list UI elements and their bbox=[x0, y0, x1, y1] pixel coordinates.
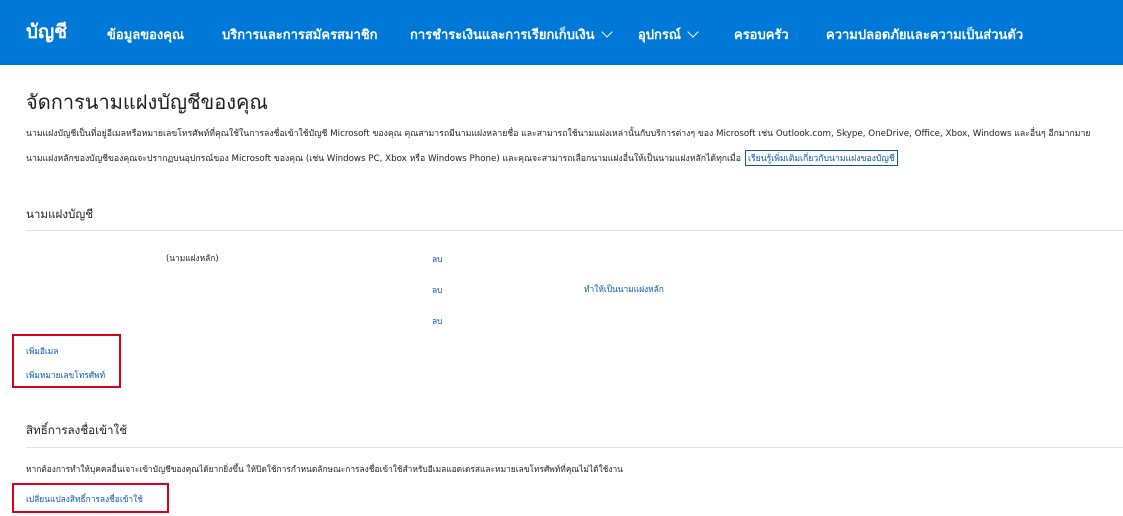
remove-alias-link[interactable]: ลบ bbox=[432, 283, 442, 297]
primary-alias-label: (นามแฝงหลัก) bbox=[166, 253, 219, 263]
remove-alias-link[interactable]: ลบ bbox=[432, 252, 442, 266]
change-signin-preferences-link[interactable]: เปลี่ยนแปลงสิทธิ์การลงชื่อเข้าใช้ bbox=[26, 492, 143, 506]
chevron-down-icon bbox=[600, 26, 613, 38]
nav-payment-billing-label: การชำระเงินและการเรียกเก็บเงิน bbox=[410, 28, 595, 43]
nav-devices[interactable]: อุปกรณ์ bbox=[638, 24, 699, 45]
page-description-text: นามแฝงหลักของบัญชีของคุณจะปรากฏบนอุปกรณ์… bbox=[26, 154, 741, 164]
brand-account[interactable]: บัญชี bbox=[26, 17, 67, 47]
aliases-section-title: นามแฝงบัญชี bbox=[26, 207, 94, 221]
nav-security-privacy[interactable]: ความปลอดภัยและความเป็นส่วนตัว bbox=[826, 24, 1023, 45]
nav-payment-billing[interactable]: การชำระเงินและการเรียกเก็บเงิน bbox=[410, 24, 613, 45]
nav-family[interactable]: ครอบครัว bbox=[734, 24, 789, 45]
page-description-line1: นามแฝงบัญชีเป็นที่อยู่อีเมลหรือหมายเลขโท… bbox=[26, 129, 1091, 139]
nav-your-info[interactable]: ข้อมูลของคุณ bbox=[107, 24, 184, 45]
nav-devices-label: อุปกรณ์ bbox=[638, 28, 681, 43]
signin-description: หากต้องการทำให้บุคคลอื่นเจาะเข้าบัญชีของ… bbox=[26, 464, 623, 474]
top-navigation: บัญชี ข้อมูลของคุณ บริการและการสมัครสมาช… bbox=[0, 0, 1123, 65]
add-phone-link[interactable]: เพิ่มหมายเลขโทรศัพท์ bbox=[26, 368, 105, 382]
learn-more-link[interactable]: เรียนรู้เพิ่มเติมเกี่ยวกับนามแฝงของบัญชี bbox=[744, 150, 898, 166]
signin-section-title: สิทธิ์การลงชื่อเข้าใช้ bbox=[26, 423, 128, 437]
nav-services-subscriptions[interactable]: บริการและการสมัครสมาชิก bbox=[222, 24, 378, 45]
divider bbox=[26, 230, 1123, 231]
page-title: จัดการนามแฝงบัญชีของคุณ bbox=[26, 90, 268, 114]
divider bbox=[26, 447, 1123, 448]
add-email-link[interactable]: เพิ่มอีเมล bbox=[26, 344, 58, 358]
page-description-line2: นามแฝงหลักของบัญชีของคุณจะปรากฏบนอุปกรณ์… bbox=[26, 150, 898, 166]
chevron-down-icon bbox=[687, 26, 699, 38]
remove-alias-link[interactable]: ลบ bbox=[432, 314, 442, 328]
make-primary-link[interactable]: ทำให้เป็นนามแฝงหลัก bbox=[584, 282, 664, 296]
